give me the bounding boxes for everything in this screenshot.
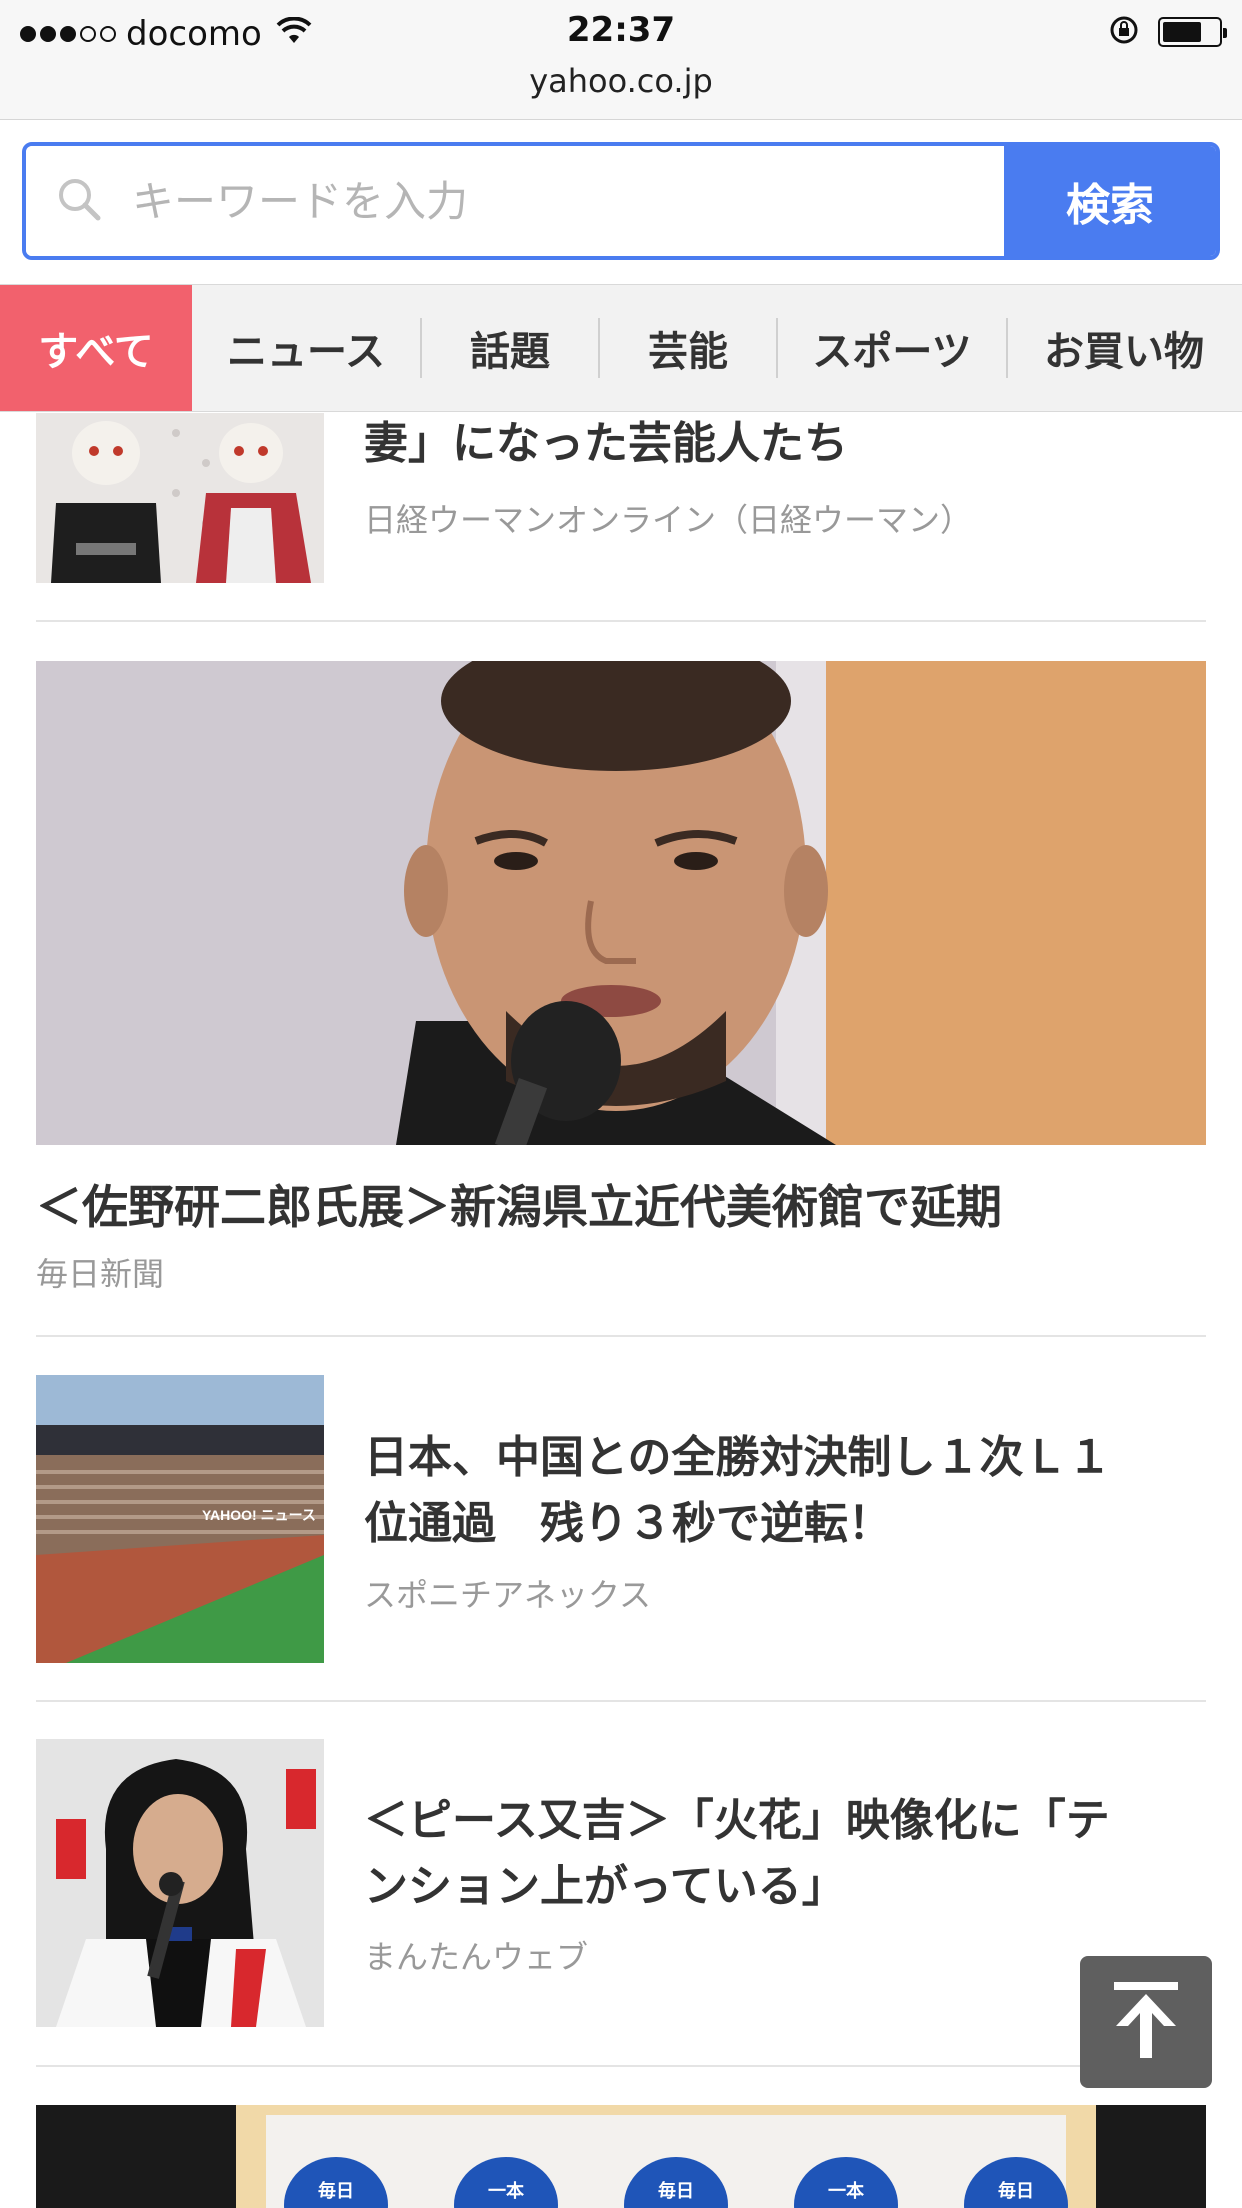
battery-icon	[1158, 17, 1227, 47]
bottle-label: 一本	[488, 2180, 524, 2202]
search-button[interactable]: 検索	[1004, 146, 1216, 256]
battery-level	[1163, 22, 1201, 42]
thumbnail-watermark: YAHOO! ニュース	[202, 1507, 316, 1523]
bottle-label: 一本	[828, 2180, 864, 2202]
url-bar[interactable]: yahoo.co.jp	[0, 62, 1242, 100]
arrow-up-to-top-icon	[1108, 1980, 1184, 2064]
tab-all[interactable]: すべて	[0, 285, 192, 411]
status-bar: docomo 22:37 yahoo.co.jp	[0, 0, 1242, 120]
tab-entertainment[interactable]: 芸能	[600, 285, 776, 411]
article-thumbnail-dolls[interactable]	[36, 413, 324, 583]
divider	[36, 2065, 1206, 2067]
category-tabs: すべて ニュース 話題 芸能 スポーツ お買い物	[0, 284, 1242, 412]
article-title-line1[interactable]: ＜ピース又吉＞「火花」映像化に「テ	[364, 1788, 1204, 1854]
divider	[36, 1700, 1206, 1702]
bottle-label: 毎日	[998, 2180, 1034, 2202]
search-input[interactable]	[132, 176, 932, 226]
article-title-line2[interactable]: 位通過 残り３秒で逆転！	[364, 1491, 1204, 1557]
scroll-to-top-button[interactable]	[1080, 1956, 1212, 2088]
bottle-label: 毎日	[658, 2180, 694, 2202]
clock: 22:37	[566, 10, 676, 50]
tab-sports[interactable]: スポーツ	[778, 285, 1006, 411]
tab-news[interactable]: ニュース	[192, 285, 420, 411]
article-title-line2[interactable]: ンション上がっている」	[364, 1854, 1204, 1920]
divider	[36, 620, 1206, 622]
search-bar: 検索	[22, 142, 1220, 260]
search-field[interactable]	[26, 146, 1004, 256]
divider	[36, 1335, 1206, 1337]
article-thumbnail-stadium[interactable]: YAHOO! ニュース	[36, 1375, 324, 1663]
news-feed: 妻」になった芸能人たち 日経ウーマンオンライン（日経ウーマン） ＜佐野研二郎氏展…	[0, 413, 1242, 2208]
tab-topics[interactable]: 話題	[422, 285, 598, 411]
rotation-lock-icon	[1108, 14, 1140, 50]
article-source: 毎日新聞	[36, 1255, 165, 1293]
article-title[interactable]: 妻」になった芸能人たち	[364, 413, 1204, 477]
article-source: 日経ウーマンオンライン（日経ウーマン）	[364, 501, 973, 539]
article-title-line1[interactable]: 日本、中国との全勝対決制し１次Ｌ１	[364, 1425, 1204, 1491]
article-image-bottles[interactable]: 毎日 一本 毎日 一本 毎日	[36, 2105, 1206, 2208]
bottle-label: 毎日	[318, 2180, 354, 2202]
article-title[interactable]: ＜佐野研二郎氏展＞新潟県立近代美術館で延期	[36, 1171, 1002, 1237]
article-image-press-conference[interactable]	[36, 661, 1206, 1145]
search-icon	[54, 174, 104, 228]
article-source: スポニチアネックス	[364, 1576, 652, 1614]
status-right	[1108, 14, 1227, 50]
article-thumbnail-comedian[interactable]	[36, 1739, 324, 2027]
tab-shopping[interactable]: お買い物	[1008, 285, 1240, 411]
article-source: まんたんウェブ	[364, 1938, 589, 1976]
